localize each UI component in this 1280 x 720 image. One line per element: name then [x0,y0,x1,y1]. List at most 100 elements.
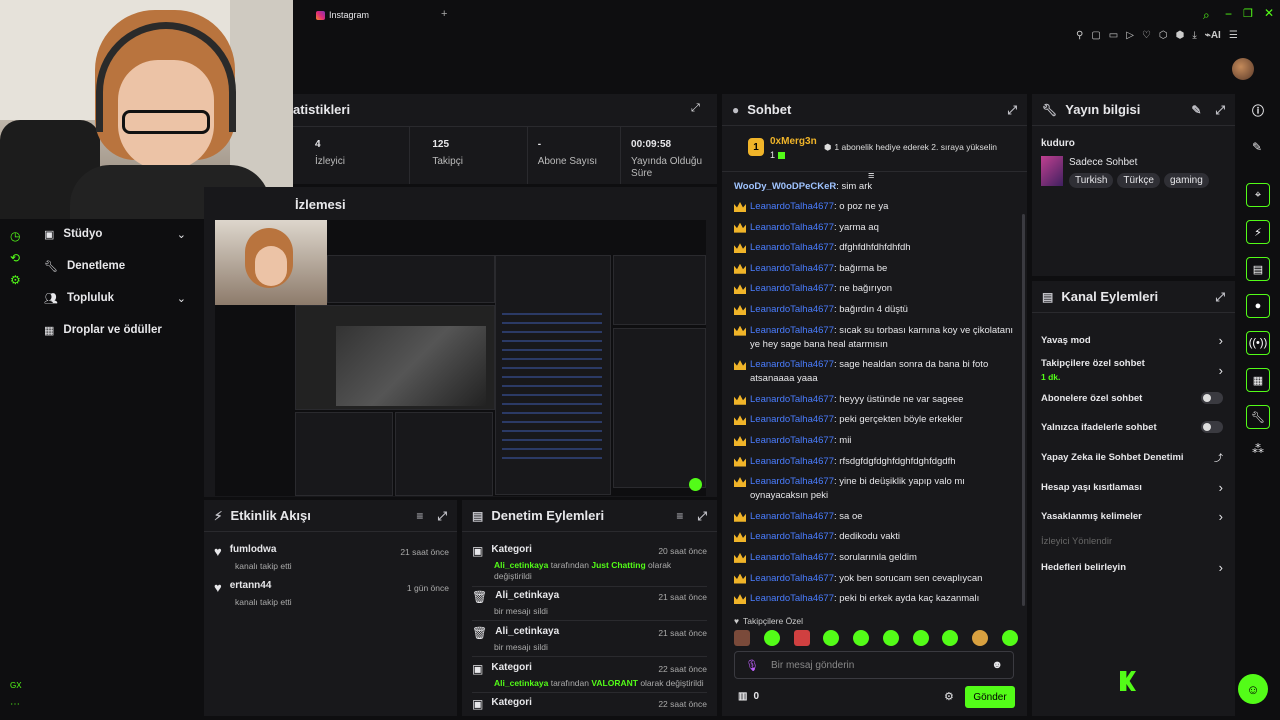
chat-settings-icon[interactable]: ⚙ [944,690,954,703]
chat-username[interactable]: LeanardoTalha4677 [750,435,834,446]
new-tab-icon[interactable]: + [441,8,447,20]
scrollbar[interactable] [1022,214,1025,606]
tag[interactable]: Turkish [1069,173,1114,188]
wrench-icon[interactable]: 🔧︎ [1246,405,1270,429]
play-icon[interactable]: ▷ [1126,30,1134,41]
chat-icon[interactable]: ● [1246,294,1270,318]
emote-icon[interactable] [1001,630,1018,646]
ai-button[interactable]: ⌁AI [1205,30,1221,41]
emoji-icon[interactable]: ☻ [991,659,1003,671]
avatar[interactable] [1232,58,1254,80]
bolt-icon[interactable]: ⚡︎ [1246,220,1270,244]
popout-icon[interactable]: ⤢ [1215,291,1225,303]
share-icon[interactable]: ⟲ [10,251,20,265]
sidebar-item-community[interactable]: 👥︎ Topluluk ⌄ [44,289,186,307]
menu-icon[interactable]: ☰ [1229,30,1238,41]
popout-icon[interactable]: ⤢ [691,102,700,115]
send-button[interactable]: Gönder [965,686,1015,708]
stream-video[interactable] [215,220,706,496]
popout-icon[interactable]: ⤢ [1007,104,1017,116]
crosshair-icon[interactable]: ⌖ [1246,183,1270,207]
chat-username[interactable]: LeanardoTalha4677 [750,222,834,233]
cube-icon[interactable]: ⬢ [1176,30,1185,41]
clock-icon[interactable]: ◷ [10,229,20,243]
add-panel-icon[interactable]: ⁂ [1252,442,1264,456]
chat-username[interactable]: LeanardoTalha4677 [750,476,834,487]
chat-username[interactable]: WooDy_W0oDPeCKeR [734,180,836,194]
edit-icon[interactable]: ✎ [1191,104,1201,116]
tag[interactable]: Türkçe [1117,173,1160,188]
action-set-goals[interactable]: Hedefleri belirleyin › [1041,560,1223,575]
maximize-icon[interactable]: ❐ [1243,7,1253,20]
chat-username[interactable]: LeanardoTalha4677 [750,325,834,336]
minimize-icon[interactable]: − [1225,7,1232,21]
info-icon[interactable]: ⓘ [1252,102,1264,119]
emote-icon[interactable] [972,630,989,646]
chat-username[interactable]: LeanardoTalha4677 [750,573,834,584]
points-display[interactable]: ▥ 0 [738,691,759,702]
emote-icon[interactable] [942,630,959,646]
popout-icon[interactable]: ⤢ [437,510,447,522]
action-subscribers-only[interactable]: Abonelere özel sohbet [1041,392,1223,404]
download-icon[interactable]: ⤓ [1192,30,1196,41]
browser-tab-instagram[interactable]: Instagram [316,8,369,22]
modaction-user[interactable]: Ali_cetinkaya [494,678,548,688]
popout-icon[interactable]: ⤢ [697,510,707,522]
modaction-user[interactable]: Ali_cetinkaya [494,560,548,570]
chat-username[interactable]: LeanardoTalha4677 [750,304,834,315]
emote-icon[interactable] [853,630,870,646]
microphone-icon[interactable]: 🎙︎ [745,659,759,672]
close-window-icon[interactable]: ✕ [1264,6,1274,20]
settings-icon[interactable]: ⚙ [10,273,21,287]
toggle-switch[interactable] [1201,392,1223,404]
popout-icon[interactable]: ⤢ [1215,104,1225,116]
emote-icon[interactable] [763,630,780,646]
pin-icon[interactable]: ⚲ [1076,30,1083,41]
chevron-down-icon[interactable]: ⌄ [177,228,186,241]
sidebar-item-studio[interactable]: ▣ Stüdyo ⌄ [44,225,186,243]
chat-username[interactable]: LeanardoTalha4677 [750,593,834,604]
chat-input[interactable]: 🎙︎ Bir mesaj gönderin ☻ [734,651,1014,679]
tag[interactable]: gaming [1163,173,1209,188]
pinned-gift-banner[interactable]: 1 0xMerg3n 1 ⬢ 1 abonelik hediye ederek 2… [722,126,1027,172]
chat-username[interactable]: LeanardoTalha4677 [750,531,834,542]
sidebar-item-moderation[interactable]: 🔧︎ Denetleme [44,257,186,275]
chevron-down-icon[interactable]: ⌄ [177,292,186,305]
pencil-icon[interactable]: ✎ [1252,140,1262,154]
filter-icon[interactable]: ≡ [416,510,423,522]
chat-username[interactable]: LeanardoTalha4677 [750,456,834,467]
chat-username[interactable]: LeanardoTalha4677 [750,511,834,522]
stream-category[interactable]: Sadece Sohbet [1069,157,1137,168]
snapshot-icon[interactable]: ▭ [1109,30,1118,41]
heart-icon[interactable]: ♡ [1142,30,1151,41]
chat-username[interactable]: LeanardoTalha4677 [750,552,834,563]
emote-icon[interactable] [823,630,840,646]
action-banned-words[interactable]: Yasaklanmış kelimeler › [1041,509,1223,524]
chat-username[interactable]: LeanardoTalha4677 [750,201,834,212]
modaction-category[interactable]: Just Chatting [591,560,645,570]
action-ai-moderation[interactable]: Yapay Zeka ile Sohbet Denetimi ⤴ [1041,451,1223,464]
layout-icon[interactable]: ▦ [1246,368,1270,392]
sidebar-item-drops[interactable]: ▦ Droplar ve ödüller [44,321,194,339]
chat-username[interactable]: LeanardoTalha4677 [750,394,834,405]
broadcast-icon[interactable]: ((•)) [1246,331,1270,355]
action-slow-mode[interactable]: Yavaş mod › [1041,333,1223,348]
emote-icon[interactable] [882,630,899,646]
chat-username[interactable]: LeanardoTalha4677 [750,242,834,253]
search-icon[interactable]: ⌕ [1203,8,1210,23]
emote-icon[interactable] [734,630,750,646]
extension-icon[interactable]: ⬡ [1159,30,1168,41]
screenshot-icon[interactable]: ▢ [1091,30,1100,41]
chat-username[interactable]: LeanardoTalha4677 [750,414,834,425]
filter-icon[interactable]: ≡ [676,510,683,522]
modaction-category[interactable]: VALORANT [591,678,638,688]
emote-icon[interactable] [793,630,810,646]
action-emote-only[interactable]: Yalnızca ifadelerle sohbet [1041,421,1223,433]
action-followers-only[interactable]: Takipçilere özel sohbet 1 dk. › [1041,358,1223,383]
chat-support-icon[interactable]: ☺ [1238,674,1268,704]
action-account-age[interactable]: Hesap yaşı kısıtlaması › [1041,480,1223,495]
chat-username[interactable]: LeanardoTalha4677 [750,263,834,274]
chat-username[interactable]: LeanardoTalha4677 [750,283,834,294]
toggle-switch[interactable] [1201,421,1223,433]
emote-icon[interactable] [912,630,929,646]
